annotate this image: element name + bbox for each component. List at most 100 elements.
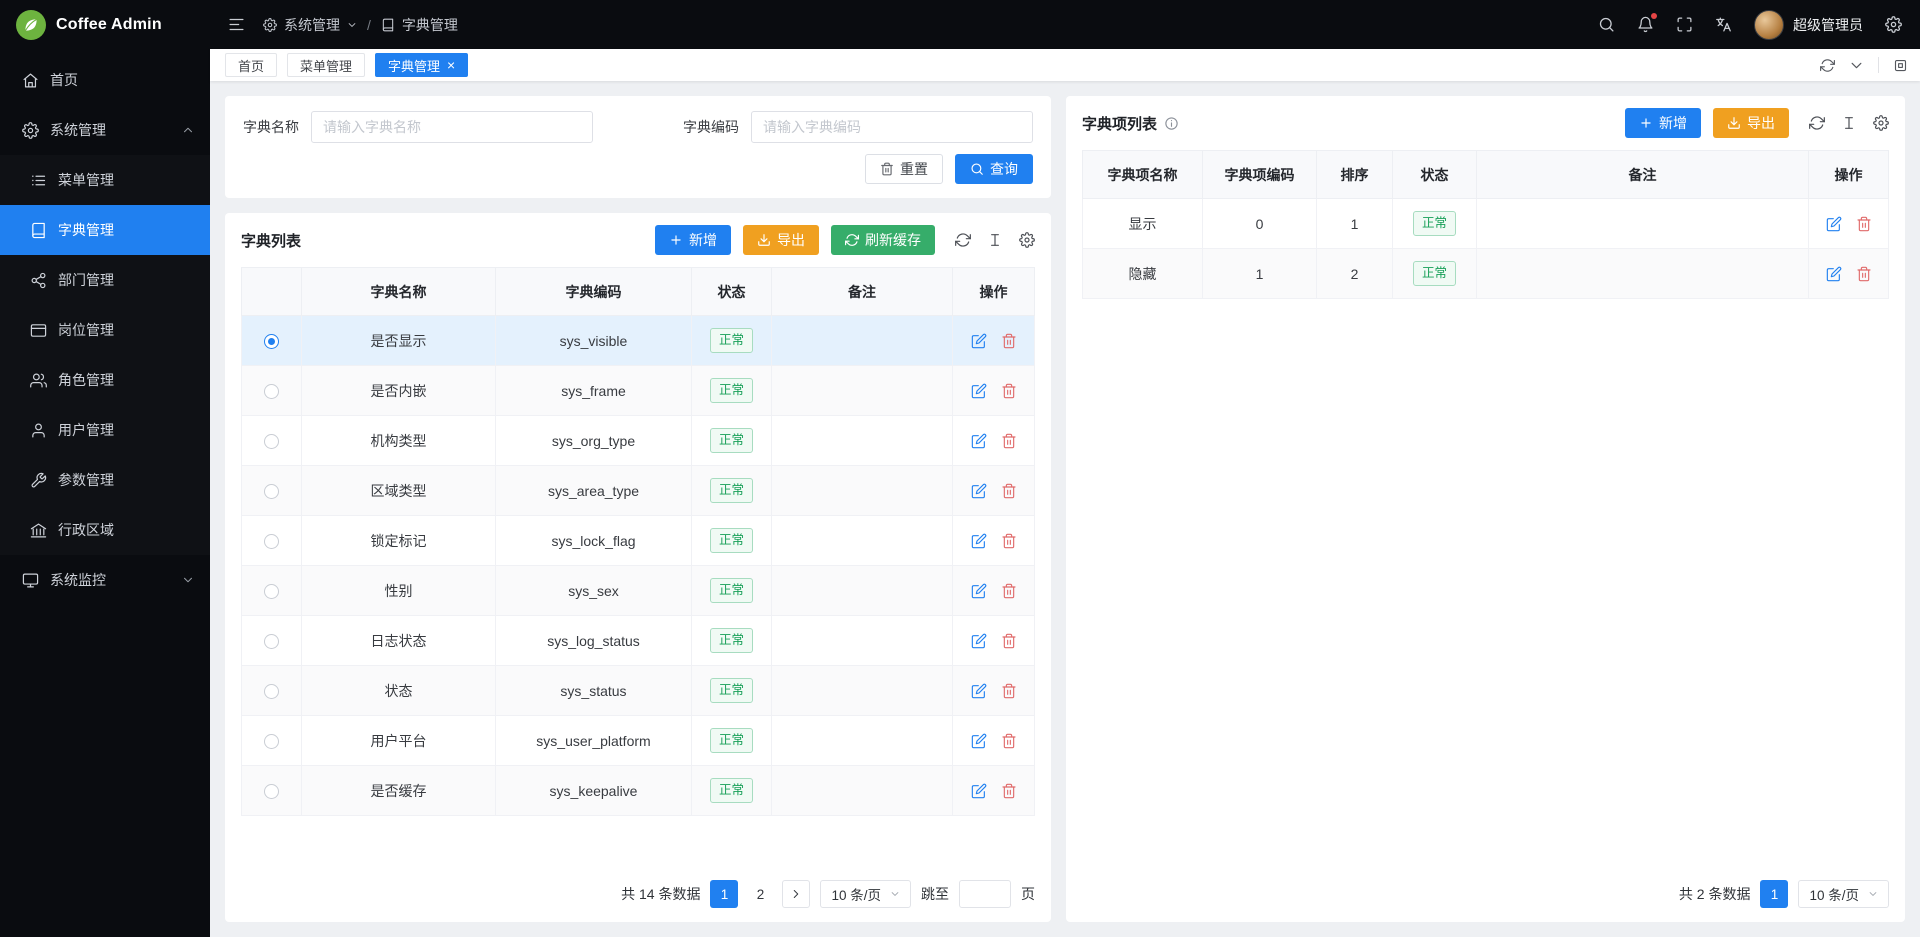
refresh-icon[interactable] [955, 232, 971, 248]
dict-row-sys_user_platform[interactable]: 用户平台sys_user_platform正常 [242, 716, 1035, 766]
app-logo[interactable]: Coffee Admin [0, 0, 210, 49]
row-radio[interactable] [264, 434, 279, 449]
dict-row-sys_log_status[interactable]: 日志状态sys_log_status正常 [242, 616, 1035, 666]
export-dict-item-button[interactable]: 导出 [1713, 108, 1789, 138]
delete-icon[interactable] [1001, 683, 1017, 699]
dict-row-sys_status[interactable]: 状态sys_status正常 [242, 666, 1035, 716]
breadcrumb-item-current[interactable]: 字典管理 [402, 15, 458, 35]
tab-list: 首页菜单管理字典管理× [225, 53, 468, 77]
delete-icon[interactable] [1001, 533, 1017, 549]
jump-page-input[interactable] [959, 880, 1011, 908]
delete-icon[interactable] [1001, 733, 1017, 749]
edit-icon[interactable] [971, 683, 987, 699]
dict-item-row-显示[interactable]: 显示01正常 [1083, 199, 1889, 249]
row-radio[interactable] [264, 634, 279, 649]
sidebar-group-系统监控[interactable]: 系统监控 [0, 555, 210, 605]
dict-row-sys_org_type[interactable]: 机构类型sys_org_type正常 [242, 416, 1035, 466]
next-page-button[interactable] [782, 880, 810, 908]
row-density-icon[interactable] [1841, 115, 1857, 131]
row-radio[interactable] [264, 334, 279, 349]
row-radio[interactable] [264, 684, 279, 699]
refresh-icon[interactable] [1809, 115, 1825, 131]
query-button[interactable]: 查询 [955, 154, 1033, 184]
topbar: 系统管理 / 字典管理 超级管理员 [210, 0, 1920, 49]
page-button-1[interactable]: 1 [1760, 880, 1788, 908]
edit-icon[interactable] [971, 533, 987, 549]
refresh-cache-button[interactable]: 刷新缓存 [831, 225, 935, 255]
row-radio[interactable] [264, 584, 279, 599]
dict-item-row-隐藏[interactable]: 隐藏12正常 [1083, 249, 1889, 299]
user-menu[interactable]: 超级管理员 [1754, 10, 1863, 40]
dict-row-sys_keepalive[interactable]: 是否缓存sys_keepalive正常 [242, 766, 1035, 816]
dict-row-sys_visible[interactable]: 是否显示sys_visible正常 [242, 316, 1035, 366]
row-actions [1826, 216, 1872, 232]
settings-gear-icon[interactable] [1885, 16, 1902, 33]
row-density-icon[interactable] [987, 232, 1003, 248]
sidebar-item-字典管理[interactable]: 字典管理 [0, 205, 210, 255]
delete-icon[interactable] [1001, 433, 1017, 449]
content-fullscreen-icon[interactable] [1893, 58, 1908, 73]
edit-icon[interactable] [971, 783, 987, 799]
dict-item-page-size-select[interactable]: 10 条/页 [1798, 880, 1889, 908]
sidebar-item-岗位管理[interactable]: 岗位管理 [0, 305, 210, 355]
tab-close-icon[interactable]: × [447, 58, 455, 72]
sidebar-item-菜单管理[interactable]: 菜单管理 [0, 155, 210, 205]
page-button-1[interactable]: 1 [710, 880, 738, 908]
row-radio[interactable] [264, 534, 279, 549]
edit-icon[interactable] [971, 583, 987, 599]
delete-icon[interactable] [1001, 583, 1017, 599]
tab-字典管理[interactable]: 字典管理× [375, 53, 468, 77]
sidebar-item-行政区域[interactable]: 行政区域 [0, 505, 210, 555]
refresh-icon[interactable] [1820, 58, 1835, 73]
export-dict-button[interactable]: 导出 [743, 225, 819, 255]
dict-row-sys_sex[interactable]: 性别sys_sex正常 [242, 566, 1035, 616]
sidebar-item-用户管理[interactable]: 用户管理 [0, 405, 210, 455]
edit-icon[interactable] [1826, 266, 1842, 282]
sidebar-group-系统管理[interactable]: 系统管理 [0, 105, 210, 155]
edit-icon[interactable] [971, 383, 987, 399]
edit-icon[interactable] [1826, 216, 1842, 232]
dict-name-input[interactable] [311, 111, 593, 143]
edit-icon[interactable] [971, 483, 987, 499]
row-radio[interactable] [264, 384, 279, 399]
add-dict-item-button[interactable]: 新增 [1625, 108, 1701, 138]
delete-icon[interactable] [1001, 783, 1017, 799]
edit-icon[interactable] [971, 333, 987, 349]
translate-icon[interactable] [1715, 16, 1732, 33]
dict-row-sys_frame[interactable]: 是否内嵌sys_frame正常 [242, 366, 1035, 416]
add-dict-button[interactable]: 新增 [655, 225, 731, 255]
delete-icon[interactable] [1001, 633, 1017, 649]
fullscreen-icon[interactable] [1676, 16, 1693, 33]
sidebar-item-首页[interactable]: 首页 [0, 55, 210, 105]
edit-icon[interactable] [971, 733, 987, 749]
dict-code-input[interactable] [751, 111, 1033, 143]
column-settings-gear-icon[interactable] [1873, 115, 1889, 131]
notifications-button[interactable] [1637, 16, 1654, 33]
row-radio[interactable] [264, 484, 279, 499]
breadcrumb-item-system[interactable]: 系统管理 [284, 15, 340, 35]
search-icon[interactable] [1598, 16, 1615, 33]
row-radio[interactable] [264, 734, 279, 749]
tab-菜单管理[interactable]: 菜单管理 [287, 53, 365, 77]
page-button-2[interactable]: 2 [746, 880, 774, 908]
edit-icon[interactable] [971, 433, 987, 449]
dict-page-size-select[interactable]: 10 条/页 [820, 880, 911, 908]
sidebar-item-角色管理[interactable]: 角色管理 [0, 355, 210, 405]
delete-icon[interactable] [1856, 216, 1872, 232]
info-icon[interactable] [1164, 116, 1179, 131]
chevron-down-icon[interactable] [1849, 58, 1864, 73]
tab-首页[interactable]: 首页 [225, 53, 277, 77]
row-radio[interactable] [264, 784, 279, 799]
delete-icon[interactable] [1001, 333, 1017, 349]
reset-button[interactable]: 重置 [865, 154, 943, 184]
delete-icon[interactable] [1001, 483, 1017, 499]
edit-icon[interactable] [971, 633, 987, 649]
menu-fold-icon[interactable] [228, 16, 245, 33]
sidebar-item-部门管理[interactable]: 部门管理 [0, 255, 210, 305]
dict-row-sys_area_type[interactable]: 区域类型sys_area_type正常 [242, 466, 1035, 516]
delete-icon[interactable] [1856, 266, 1872, 282]
sidebar-item-参数管理[interactable]: 参数管理 [0, 455, 210, 505]
column-settings-gear-icon[interactable] [1019, 232, 1035, 248]
delete-icon[interactable] [1001, 383, 1017, 399]
dict-row-sys_lock_flag[interactable]: 锁定标记sys_lock_flag正常 [242, 516, 1035, 566]
